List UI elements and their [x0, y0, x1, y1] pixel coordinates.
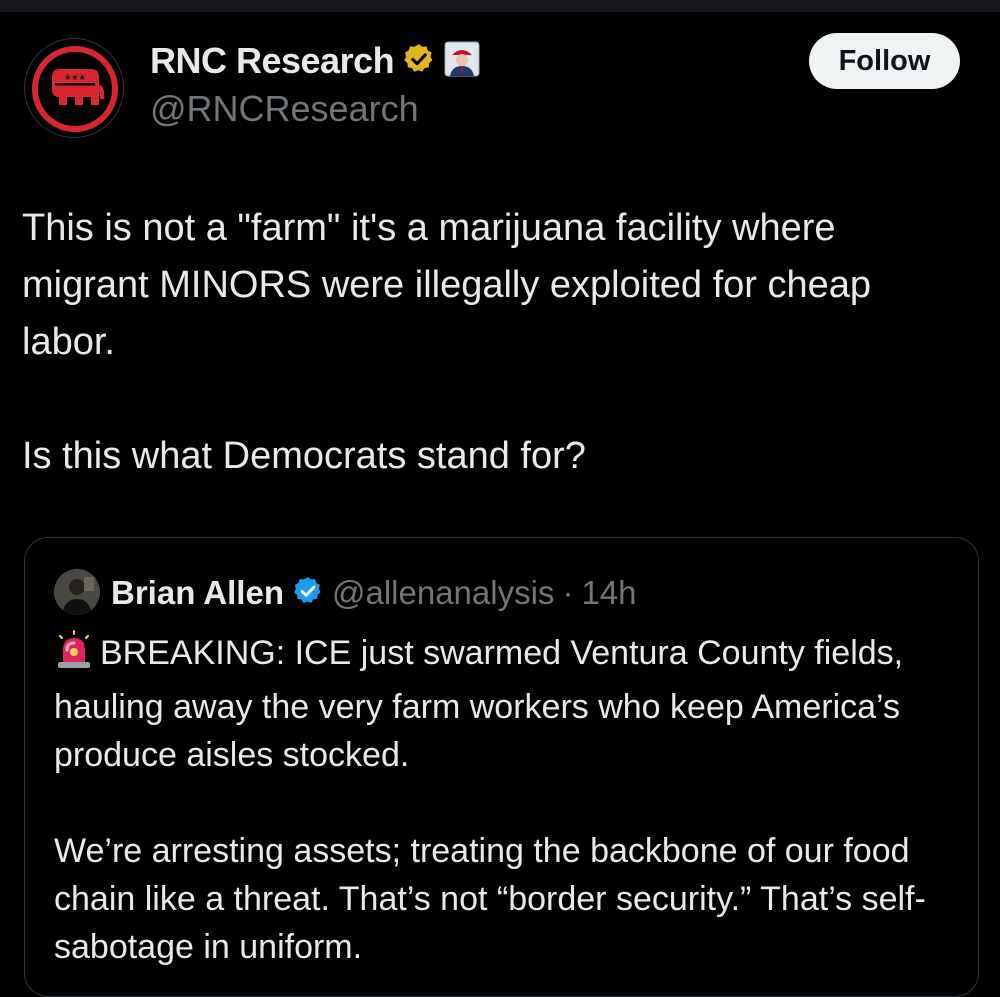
post-text: This is not a "farm" it's a marijuana fa…	[22, 200, 972, 485]
gop-elephant-logo-icon: ★★★	[32, 46, 118, 132]
author-avatar[interactable]: ★★★	[24, 38, 124, 138]
author-handle[interactable]: @RNCResearch	[150, 88, 419, 130]
top-strip	[0, 0, 1000, 12]
quoted-author-handle[interactable]: @allenanalysis	[332, 574, 554, 612]
quoted-author-avatar[interactable]	[54, 569, 100, 615]
quoted-post-card[interactable]: Brian Allen @allenanalysis · 14h BREAKIN…	[24, 537, 979, 997]
verified-blue-badge-icon[interactable]	[292, 575, 324, 612]
siren-icon	[54, 630, 94, 683]
affiliate-badge-icon[interactable]	[444, 41, 480, 82]
quoted-post-text: BREAKING: ICE just swarmed Ventura Count…	[54, 629, 954, 971]
follow-button[interactable]: Follow	[809, 33, 960, 89]
quoted-post-header: Brian Allen @allenanalysis · 14h	[111, 570, 637, 616]
quoted-paragraph-1-text: BREAKING: ICE just swarmed Ventura Count…	[54, 634, 904, 774]
quoted-post-time[interactable]: 14h	[581, 574, 636, 612]
verified-gold-badge-icon[interactable]	[402, 42, 436, 81]
quoted-paragraph-2: We’re arresting assets; treating the bac…	[54, 832, 926, 966]
quoted-author-name[interactable]: Brian Allen	[111, 574, 284, 612]
separator-dot: ·	[562, 574, 574, 611]
svg-text:★★★: ★★★	[64, 73, 86, 82]
author-name[interactable]: RNC Research	[150, 40, 395, 82]
quoted-paragraph-1: BREAKING: ICE just swarmed Ventura Count…	[54, 629, 954, 779]
post-paragraph-2: Is this what Democrats stand for?	[22, 435, 586, 477]
post-paragraph-1: This is not a "farm" it's a marijuana fa…	[22, 207, 872, 363]
author-name-row: RNC Research	[150, 38, 480, 84]
